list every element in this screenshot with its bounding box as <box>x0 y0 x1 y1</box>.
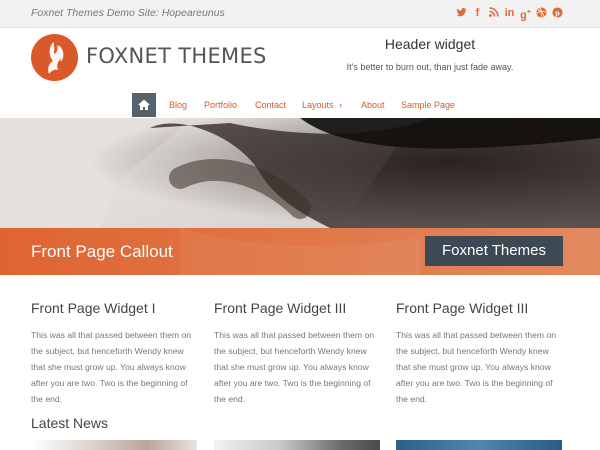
nav-item-layouts[interactable]: Layouts › <box>302 100 342 110</box>
nav-item-blog[interactable]: Blog <box>169 100 187 110</box>
header-widget-title: Header widget <box>384 36 476 52</box>
chevron-right-icon: › <box>339 100 343 110</box>
main-navigation: Blog Portfolio Contact Layouts › About S… <box>0 92 600 118</box>
social-links: f in g+ p <box>456 7 563 22</box>
widget-text: This was all that passed between them on… <box>214 330 375 404</box>
facebook-icon[interactable]: f <box>472 7 483 19</box>
twitter-icon[interactable] <box>456 7 467 19</box>
top-bar: Foxnet Themes Demo Site: Hopeareunus f i… <box>0 0 600 28</box>
nav-item-layouts-label: Layouts <box>302 100 334 110</box>
news-thumbnail[interactable] <box>214 440 380 450</box>
pinterest-icon[interactable]: p <box>552 7 563 19</box>
nav-item-portfolio[interactable]: Portfolio <box>204 100 237 110</box>
nav-item-contact[interactable]: Contact <box>255 100 286 110</box>
news-thumbnail[interactable] <box>396 440 562 450</box>
dribbble-icon[interactable] <box>536 7 547 19</box>
nav-home-button[interactable] <box>132 93 156 117</box>
front-page-widget-3: Front Page Widget III This was all that … <box>396 300 564 407</box>
news-thumbnail[interactable] <box>31 440 197 450</box>
nav-item-about[interactable]: About <box>361 100 385 110</box>
home-icon <box>138 99 150 110</box>
front-page-widget-2: Front Page Widget III This was all that … <box>214 300 382 407</box>
fox-logo-icon[interactable] <box>31 34 78 81</box>
widget-text: This was all that passed between them on… <box>396 330 557 404</box>
widget-text: This was all that passed between them on… <box>31 330 192 404</box>
linkedin-icon[interactable]: in <box>504 7 515 19</box>
callout-text: Front Page Callout <box>31 242 173 261</box>
front-page-widget-1: Front Page Widget I This was all that pa… <box>31 300 199 407</box>
site-header: FOXNET THEMES Header widget It's better … <box>0 28 600 92</box>
front-page-callout: Front Page Callout Foxnet Themes <box>0 228 600 275</box>
site-logo-text[interactable]: FOXNET THEMES <box>86 44 267 68</box>
nav-item-sample-page[interactable]: Sample Page <box>401 100 455 110</box>
hero-image <box>0 118 600 228</box>
widget-title: Front Page Widget III <box>396 300 529 316</box>
google-plus-icon[interactable]: g+ <box>520 7 531 22</box>
site-description: Foxnet Themes Demo Site: Hopeareunus <box>31 7 225 19</box>
callout-button[interactable]: Foxnet Themes <box>425 236 563 266</box>
header-widget-text: It's better to burn out, than just fade … <box>346 62 514 72</box>
rss-icon[interactable] <box>488 7 499 19</box>
widget-title: Front Page Widget III <box>214 300 347 316</box>
svg-text:p: p <box>555 8 560 17</box>
widget-title: Front Page Widget I <box>31 300 156 316</box>
latest-news-title: Latest News <box>31 415 109 431</box>
